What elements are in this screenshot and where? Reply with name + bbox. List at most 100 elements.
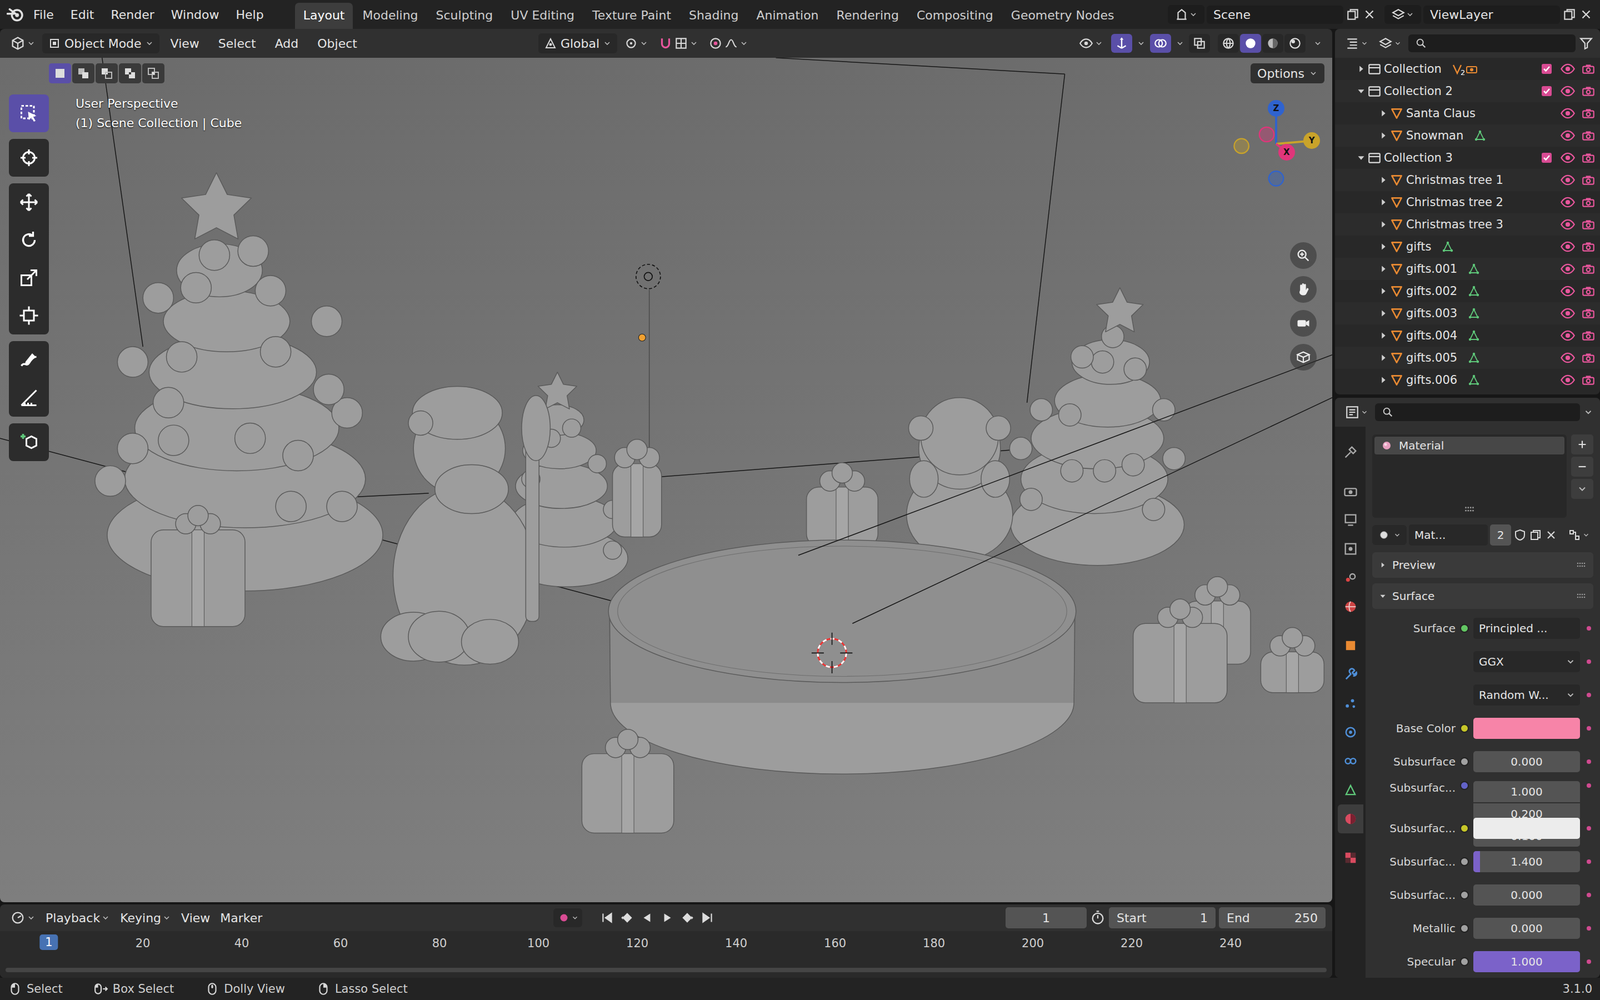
view-layer-tab-icon[interactable] [1342, 541, 1359, 557]
render-camera-icon[interactable] [1581, 83, 1596, 99]
tool-button[interactable] [8, 221, 49, 259]
expand-triangle-icon[interactable] [1377, 218, 1390, 231]
browse-material[interactable] [1372, 525, 1407, 545]
select-mode-button[interactable] [142, 63, 165, 84]
navigation-gizmo[interactable]: ZYX [1228, 96, 1324, 192]
chevron-icon[interactable] [145, 38, 154, 48]
chevron-icon[interactable] [1175, 38, 1185, 48]
record-icon[interactable] [556, 910, 572, 925]
zoom-button[interactable] [1290, 242, 1317, 269]
chevron-icon[interactable] [26, 38, 36, 48]
editor-type[interactable] [6, 907, 39, 928]
close-icon[interactable] [1578, 7, 1594, 22]
checkbox-icon[interactable] [1540, 151, 1554, 165]
outliner-item-name[interactable]: gifts.005 [1406, 351, 1458, 365]
chevron-icon[interactable] [162, 913, 172, 923]
shading-button[interactable] [1240, 33, 1262, 53]
panel-title[interactable]: Preview [1392, 558, 1570, 572]
timeline-menu[interactable]: Marker [216, 908, 266, 928]
transform-tool-icon[interactable] [18, 305, 39, 326]
slider-value[interactable]: 0.000 [1510, 921, 1543, 935]
unlink-icon[interactable] [1544, 528, 1558, 542]
overlay-toggle[interactable] [1150, 33, 1172, 53]
expand-triangle-icon[interactable] [1377, 129, 1390, 142]
render-camera-icon[interactable] [1581, 128, 1596, 143]
render-camera-icon[interactable] [1581, 372, 1596, 388]
outliner-item-name[interactable]: gifts [1406, 240, 1432, 254]
extend-mode-icon[interactable] [76, 66, 90, 80]
outliner-item-name[interactable]: gifts.001 [1406, 262, 1458, 276]
outliner-item-name[interactable]: Christmas tree 2 [1406, 195, 1504, 209]
shading-button[interactable] [1217, 33, 1239, 53]
outliner-item-name[interactable]: Collection 3 [1383, 151, 1453, 165]
chevron-icon[interactable] [1565, 656, 1576, 667]
add_cube-tool-icon[interactable] [18, 432, 39, 453]
eye-icon[interactable] [1560, 194, 1576, 210]
intersect-mode-icon[interactable] [146, 66, 160, 80]
expand-triangle-icon[interactable] [1377, 351, 1390, 364]
view-layer-field[interactable]: ViewLayer [1423, 5, 1560, 24]
current-frame[interactable]: 1 [1042, 911, 1050, 925]
mode-label[interactable]: Object Mode [64, 36, 142, 51]
chevron-icon[interactable] [639, 38, 649, 48]
expand-triangle-icon[interactable] [1377, 285, 1390, 298]
node-icon[interactable] [1567, 528, 1582, 542]
world-tab-icon[interactable] [1342, 598, 1359, 615]
xray-icon[interactable] [1192, 36, 1207, 51]
workspace-tab[interactable]: Animation [747, 2, 827, 29]
workspace-tab[interactable]: Modeling [353, 2, 427, 29]
render-camera-icon[interactable] [1581, 150, 1596, 165]
chevron-icon[interactable] [602, 38, 612, 48]
measure-tool-icon[interactable] [18, 387, 39, 408]
rotate-tool-icon[interactable] [18, 230, 39, 250]
material-name[interactable]: Mat... [1414, 528, 1446, 542]
outliner-item-name[interactable]: Snowman [1406, 128, 1464, 143]
workspace-tab[interactable]: Layout [295, 2, 354, 29]
outliner-row[interactable]: Santa Claus [1335, 102, 1600, 125]
view-layer-name[interactable]: ViewLayer [1430, 7, 1494, 22]
grid-snap-icon[interactable] [673, 36, 689, 51]
chevron-icon[interactable] [1582, 531, 1590, 539]
outliner-row[interactable]: gifts.004 [1335, 324, 1600, 347]
snap-icon[interactable] [658, 36, 673, 51]
expand-triangle-icon[interactable] [1355, 62, 1368, 75]
menu-item[interactable]: Edit [62, 4, 103, 25]
outliner-icon[interactable] [1345, 36, 1360, 51]
properties-tab[interactable] [1337, 717, 1364, 747]
field-value[interactable]: Random W... [1478, 688, 1549, 702]
resize-grip-icon[interactable] [1462, 502, 1477, 517]
tool-button[interactable] [8, 296, 49, 335]
expand-triangle-icon[interactable] [1377, 107, 1390, 120]
remove-slot-button[interactable] [1571, 456, 1594, 477]
workspace-tab[interactable]: Sculpting [427, 2, 502, 29]
copy-icon[interactable] [1345, 7, 1360, 22]
header-menu[interactable]: View [162, 33, 208, 54]
menu-item[interactable]: Render [102, 4, 162, 25]
pivot-dropdown[interactable] [620, 33, 652, 53]
pivot-icon[interactable] [623, 36, 639, 51]
chevron-icon[interactable] [1094, 38, 1104, 48]
slot-menu-button[interactable] [1571, 478, 1594, 499]
add-slot-button[interactable] [1571, 434, 1594, 455]
filter-icon[interactable] [1578, 36, 1594, 51]
constraints-tab-icon[interactable] [1342, 753, 1359, 769]
tool-button[interactable] [8, 183, 49, 222]
outliner-item-name[interactable]: gifts.004 [1406, 328, 1458, 343]
outliner-row[interactable]: gifts.006 [1335, 368, 1600, 392]
keyframe-decorator[interactable] [1584, 823, 1594, 833]
slider-field[interactable]: 0.000 [1473, 884, 1580, 906]
jump-start-icon[interactable] [600, 910, 615, 925]
render-camera-icon[interactable] [1581, 217, 1596, 232]
socket-dot[interactable] [1460, 823, 1469, 833]
slider-value[interactable]: 1.400 [1510, 855, 1543, 869]
outliner-row[interactable]: Collection2 [1335, 57, 1600, 80]
keyframe-decorator[interactable] [1584, 757, 1594, 767]
panel-title[interactable]: Surface [1392, 589, 1570, 603]
slider-field[interactable]: 1.400 [1473, 851, 1580, 873]
user-count[interactable]: 2 [1490, 524, 1512, 546]
chevron-icon[interactable] [1136, 38, 1146, 48]
set-mode-icon[interactable] [53, 66, 67, 80]
eye-icon[interactable] [1560, 127, 1576, 144]
mesh-data-icon[interactable] [1467, 328, 1481, 343]
keyframe-decorator[interactable] [1584, 857, 1594, 867]
